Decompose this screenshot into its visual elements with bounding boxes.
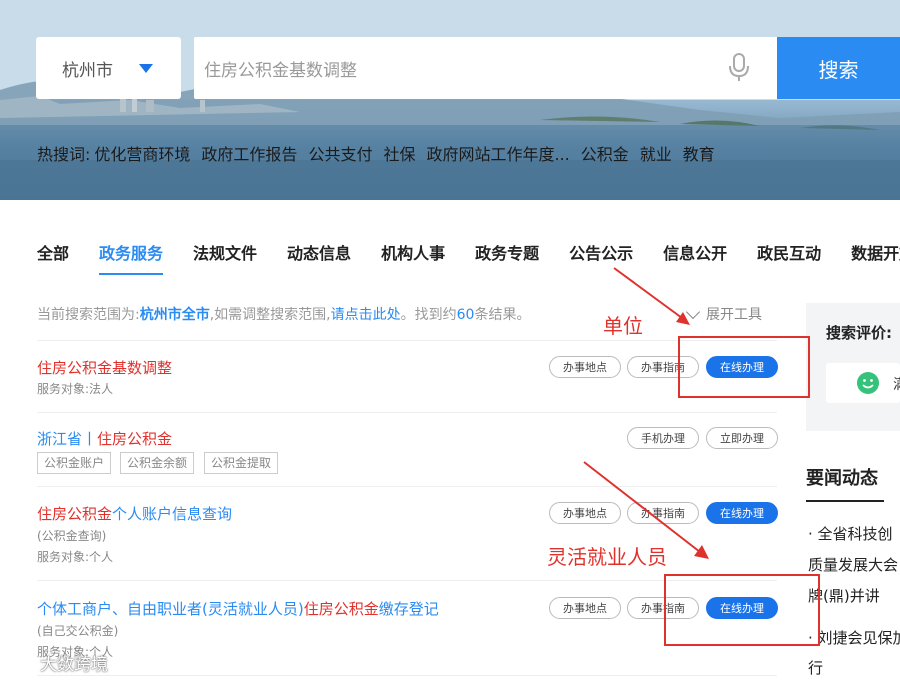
result-title-highlight: 住房公积金 xyxy=(37,505,113,523)
scope-city: 杭州市全市 xyxy=(139,307,210,323)
result-title-text: 缴存登记 xyxy=(378,600,439,618)
chevron-down-icon xyxy=(685,304,701,319)
hot-search-words: 热搜词: 优化营商环境 政府工作报告 公共支付 社保 政府网站工作年度... 公… xyxy=(37,141,715,165)
annotation-box xyxy=(678,336,810,398)
hot-word[interactable]: 公共支付 xyxy=(308,141,372,165)
result-service-target: 服务对象:个人 xyxy=(37,550,114,564)
tag-chip[interactable]: 公积金账户 xyxy=(37,452,112,474)
watermark-text: 大数跨境 xyxy=(40,655,108,675)
news-item[interactable]: · 全省科技创 xyxy=(808,523,893,544)
category-tabs: 全部 政务服务 法规文件 动态信息 机构人事 政务专题 公告公示 信息公开 政民… xyxy=(37,240,900,275)
office-location-button[interactable]: 办事地点 xyxy=(549,502,621,524)
service-guide-button[interactable]: 办事指南 xyxy=(627,502,699,524)
result-title-text: 个体工商户、自由职业者(灵活就业人员) xyxy=(37,600,304,618)
chevron-down-icon xyxy=(139,64,153,73)
scope-found-prefix: 。找到约 xyxy=(400,307,457,323)
result-alias: (自己交公积金) xyxy=(37,624,119,638)
microphone-icon[interactable] xyxy=(728,53,750,83)
result-title[interactable]: 住房公积金个人账户信息查询 xyxy=(37,503,232,524)
result-service-target: 服务对象:法人 xyxy=(37,382,114,396)
tag-chip[interactable]: 公积金余额 xyxy=(120,452,195,474)
hot-word[interactable]: 公积金 xyxy=(581,141,629,165)
hero-banner: 杭州市 搜索 热搜词: 优化营商环境 政府工作报告 公共支付 社保 政府网站工作… xyxy=(0,0,900,200)
watermark: 大数跨境 xyxy=(6,650,108,675)
hot-search-label: 热搜词: xyxy=(37,145,91,164)
annotation-box xyxy=(664,574,820,646)
news-title-underline xyxy=(806,500,884,502)
result-count: 60 xyxy=(456,307,475,323)
result-title-text: 住房公积金基数调整 xyxy=(37,359,173,377)
result-title-text: 浙江省丨 xyxy=(37,430,98,448)
search-button[interactable]: 搜索 xyxy=(777,37,900,99)
divider xyxy=(37,340,777,341)
tab-personnel[interactable]: 机构人事 xyxy=(381,240,445,264)
divider xyxy=(37,486,777,487)
hot-word[interactable]: 社保 xyxy=(383,141,415,165)
hot-word[interactable]: 政府网站工作年度... xyxy=(426,141,569,165)
tab-info-disclosure[interactable]: 信息公开 xyxy=(663,240,727,264)
divider xyxy=(37,412,777,413)
annotation-label-flexible: 灵活就业人员 xyxy=(547,545,667,569)
result-title[interactable]: 浙江省丨住房公积金 xyxy=(37,428,172,449)
annotation-label-unit: 单位 xyxy=(603,314,643,338)
result-alias: (公积金查询) xyxy=(37,529,107,543)
city-select[interactable]: 杭州市 xyxy=(36,37,181,99)
satisfied-rating-label: 满 xyxy=(893,374,900,394)
search-scope-info: 当前搜索范围为:杭州市全市,如需调整搜索范围,请点击此处。找到约60条结果。 xyxy=(37,304,530,324)
tab-interaction[interactable]: 政民互动 xyxy=(757,240,821,264)
handle-now-button[interactable]: 立即办理 xyxy=(706,427,778,449)
news-item-line[interactable]: 质量发展大会 xyxy=(808,554,898,575)
hot-word[interactable]: 教育 xyxy=(683,141,715,165)
tab-announcements[interactable]: 公告公示 xyxy=(569,240,633,264)
result-title-highlight: 住房公积金 xyxy=(303,600,379,618)
online-handle-button[interactable]: 在线办理 xyxy=(706,502,778,524)
hot-word[interactable]: 政府工作报告 xyxy=(201,141,297,165)
office-location-button[interactable]: 办事地点 xyxy=(549,597,621,619)
result-title[interactable]: 住房公积金基数调整 xyxy=(37,357,172,378)
annotation-arrowhead xyxy=(694,545,709,559)
news-item-line[interactable]: 行 xyxy=(808,657,823,678)
mobile-handle-button[interactable]: 手机办理 xyxy=(627,427,699,449)
smile-icon xyxy=(857,372,879,394)
expand-tools-label: 展开工具 xyxy=(706,307,762,323)
tab-news[interactable]: 动态信息 xyxy=(287,240,351,264)
news-section-title: 要闻动态 xyxy=(806,468,878,489)
scope-found-suffix: 条结果。 xyxy=(474,307,531,323)
scope-middle: ,如需调整搜索范围, xyxy=(209,307,331,323)
scope-change-link[interactable]: 请点击此处 xyxy=(331,307,401,323)
expand-tools-button[interactable]: 展开工具 xyxy=(685,304,762,324)
lake-landscape-image xyxy=(0,0,900,200)
hot-word[interactable]: 就业 xyxy=(640,141,672,165)
hot-word[interactable]: 优化营商环境 xyxy=(94,141,190,165)
result-title-text: 个人账户信息查询 xyxy=(112,505,233,523)
tab-all[interactable]: 全部 xyxy=(37,240,69,264)
news-item[interactable]: · 刘捷会见保加 xyxy=(808,627,900,648)
tab-regulations[interactable]: 法规文件 xyxy=(193,240,257,264)
search-input[interactable] xyxy=(194,37,777,99)
search-evaluation-title: 搜索评价: xyxy=(826,324,892,342)
tab-open-data[interactable]: 数据开放 xyxy=(851,240,900,264)
tab-topics[interactable]: 政务专题 xyxy=(475,240,539,264)
tab-government-services[interactable]: 政务服务 xyxy=(99,240,164,275)
city-select-value: 杭州市 xyxy=(62,60,113,81)
result-title-highlight: 住房公积金 xyxy=(97,430,173,448)
watermark-logo-icon xyxy=(8,655,32,668)
divider xyxy=(37,675,777,676)
scope-prefix: 当前搜索范围为: xyxy=(37,307,140,323)
tag-chip[interactable]: 公积金提取 xyxy=(204,452,279,474)
office-location-button[interactable]: 办事地点 xyxy=(549,356,621,378)
result-title[interactable]: 个体工商户、自由职业者(灵活就业人员)住房公积金缴存登记 xyxy=(37,598,439,619)
